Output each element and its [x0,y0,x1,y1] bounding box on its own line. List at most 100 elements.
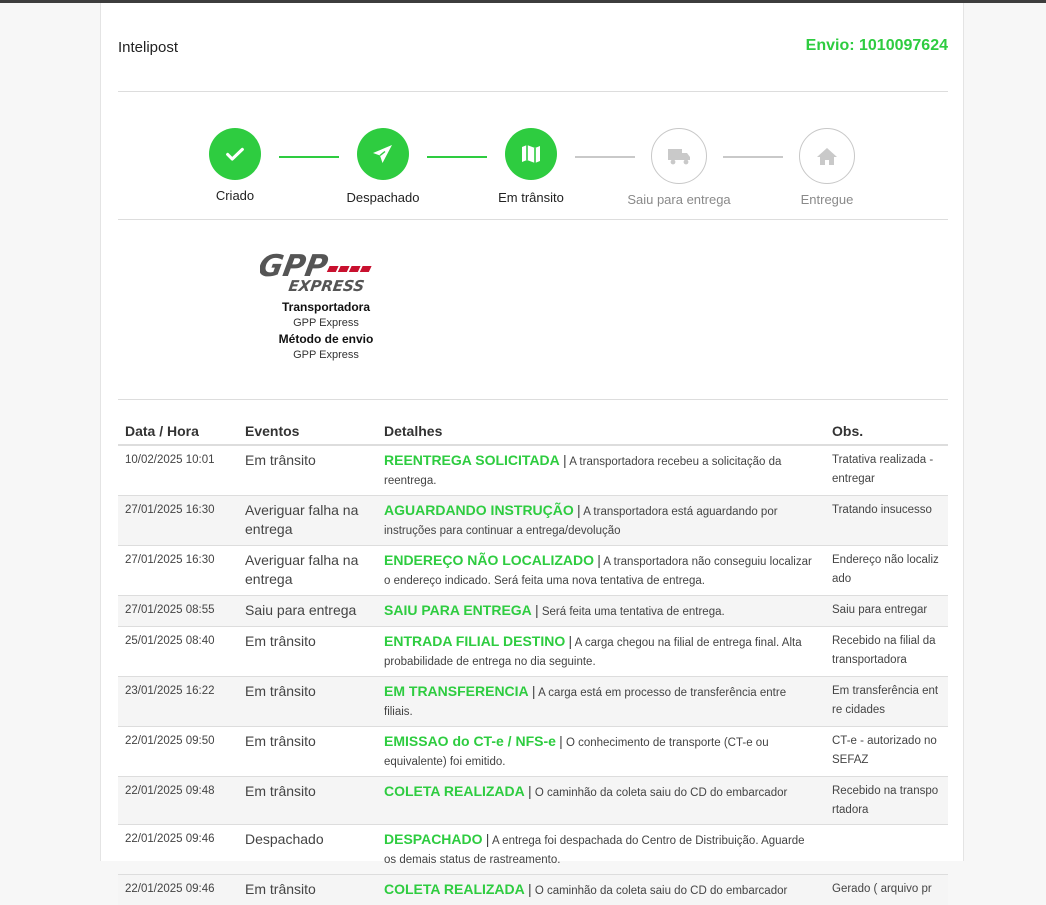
row-event: Em trânsito [238,875,377,905]
table-row: 22/01/2025 09:46 Em trânsito COLETA REAL… [118,875,948,905]
step-label: Em trânsito [466,190,596,205]
row-status-code: DESPACHADO [384,831,483,847]
step-saiu-para-entrega: Saiu para entrega [614,128,744,207]
carrier-logo: GPP EXPRESS [260,248,392,294]
carrier-heading: Transportadora [241,300,411,314]
table-row: 22/01/2025 09:48 Em trânsito COLETA REAL… [118,777,948,825]
row-obs: Recebido na filial da transportadora [825,627,948,677]
row-separator: | [559,733,563,749]
row-event: Averiguar falha na entrega [238,546,377,596]
row-obs: Tratando insucesso [825,496,948,546]
carrier-info: GPP EXPRESS Transportadora GPP Express M… [241,248,411,364]
row-datetime: 27/01/2025 16:30 [118,546,238,596]
row-separator: | [486,831,490,847]
svg-text:EXPRESS: EXPRESS [287,277,365,294]
row-details: COLETA REALIZADA | O caminhão da coleta … [377,875,825,905]
brand-name: Intelipost [118,39,178,56]
row-datetime: 10/02/2025 10:01 [118,445,238,496]
page-header: Intelipost Envio: 1010097624 [118,37,948,63]
row-event: Em trânsito [238,677,377,727]
row-separator: | [528,783,532,799]
step-circle [209,128,261,180]
row-datetime: 27/01/2025 08:55 [118,596,238,627]
step-label: Saiu para entrega [614,192,744,207]
table-row: 27/01/2025 08:55 Saiu para entrega SAIU … [118,596,948,627]
table-row: 27/01/2025 16:30 Averiguar falha na entr… [118,496,948,546]
row-obs: Recebido na transportadora [825,777,948,825]
paper-plane-icon [371,142,395,166]
row-datetime: 23/01/2025 16:22 [118,677,238,727]
row-details: REENTREGA SOLICITADA | A transportadora … [377,445,825,496]
method-heading: Método de envio [241,332,411,346]
table-row: 22/01/2025 09:46 Despachado DESPACHADO |… [118,825,948,875]
row-obs: Gerado ( arquivo pr [825,875,948,905]
row-event: Em trânsito [238,445,377,496]
row-detail-text: O caminhão da coleta saiu do CD do embar… [535,787,788,799]
table-row: 10/02/2025 10:01 Em trânsito REENTREGA S… [118,445,948,496]
row-detail-text: O caminhão da coleta saiu do CD do embar… [535,885,788,897]
progress-steps: Criado Despachado Em trânsito Saiu para … [101,128,963,218]
row-status-code: ENDEREÇO NÃO LOCALIZADO [384,552,594,568]
table-row: 22/01/2025 09:50 Em trânsito EMISSAO do … [118,727,948,777]
row-status-code: REENTREGA SOLICITADA [384,452,560,468]
divider [118,399,948,400]
events-table: Data / Hora Eventos Detalhes Obs. 10/02/… [118,416,948,905]
row-details: EMISSAO do CT-e / NFS-e | O conhecimento… [377,727,825,777]
row-separator: | [577,502,581,518]
row-status-code: SAIU PARA ENTREGA [384,602,532,618]
divider [118,91,948,92]
row-event: Em trânsito [238,627,377,677]
row-datetime: 25/01/2025 08:40 [118,627,238,677]
row-status-code: EM TRANSFERENCIA [384,683,529,699]
row-details: EM TRANSFERENCIA | A carga está em proce… [377,677,825,727]
step-circle [799,128,855,184]
check-icon [224,143,246,165]
step-circle [357,128,409,180]
row-separator: | [528,881,532,897]
row-details: AGUARDANDO INSTRUÇÃO | A transportadora … [377,496,825,546]
row-details: COLETA REALIZADA | O caminhão da coleta … [377,777,825,825]
step-label: Entregue [762,192,892,207]
divider [118,219,948,220]
row-datetime: 22/01/2025 09:50 [118,727,238,777]
column-header-details: Detalhes [377,416,825,445]
row-status-code: EMISSAO do CT-e / NFS-e [384,733,556,749]
step-criado: Criado [170,128,300,203]
row-status-code: COLETA REALIZADA [384,881,525,897]
row-details: ENTRADA FILIAL DESTINO | A carga chegou … [377,627,825,677]
row-separator: | [568,633,572,649]
step-circle [651,128,707,184]
table-header-row: Data / Hora Eventos Detalhes Obs. [118,416,948,445]
row-datetime: 22/01/2025 09:46 [118,875,238,905]
step-despachado: Despachado [318,128,448,205]
row-status-code: ENTRADA FILIAL DESTINO [384,633,565,649]
row-datetime: 27/01/2025 16:30 [118,496,238,546]
row-datetime: 22/01/2025 09:48 [118,777,238,825]
method-name: GPP Express [241,349,411,361]
row-event: Despachado [238,825,377,875]
row-obs [825,825,948,875]
table-row: 23/01/2025 16:22 Em trânsito EM TRANSFER… [118,677,948,727]
row-separator: | [597,552,601,568]
row-obs: Tratativa realizada - entregar [825,445,948,496]
row-details: SAIU PARA ENTREGA | Será feita uma tenta… [377,596,825,627]
tracking-card: Intelipost Envio: 1010097624 Criado Desp… [100,3,964,861]
step-circle [505,128,557,180]
row-separator: | [532,683,536,699]
row-event: Em trânsito [238,727,377,777]
table-row: 25/01/2025 08:40 Em trânsito ENTRADA FIL… [118,627,948,677]
row-obs: Endereço não localizado [825,546,948,596]
row-details: ENDEREÇO NÃO LOCALIZADO | A transportado… [377,546,825,596]
row-separator: | [535,602,539,618]
row-event: Averiguar falha na entrega [238,496,377,546]
carrier-name: GPP Express [241,317,411,329]
column-header-obs: Obs. [825,416,948,445]
step-label: Criado [170,188,300,203]
step-entregue: Entregue [762,128,892,207]
row-detail-text: Será feita uma tentativa de entrega. [542,606,725,618]
row-event: Em trânsito [238,777,377,825]
row-event: Saiu para entrega [238,596,377,627]
row-obs: Saiu para entregar [825,596,948,627]
home-icon [815,145,839,167]
row-details: DESPACHADO | A entrega foi despachada do… [377,825,825,875]
